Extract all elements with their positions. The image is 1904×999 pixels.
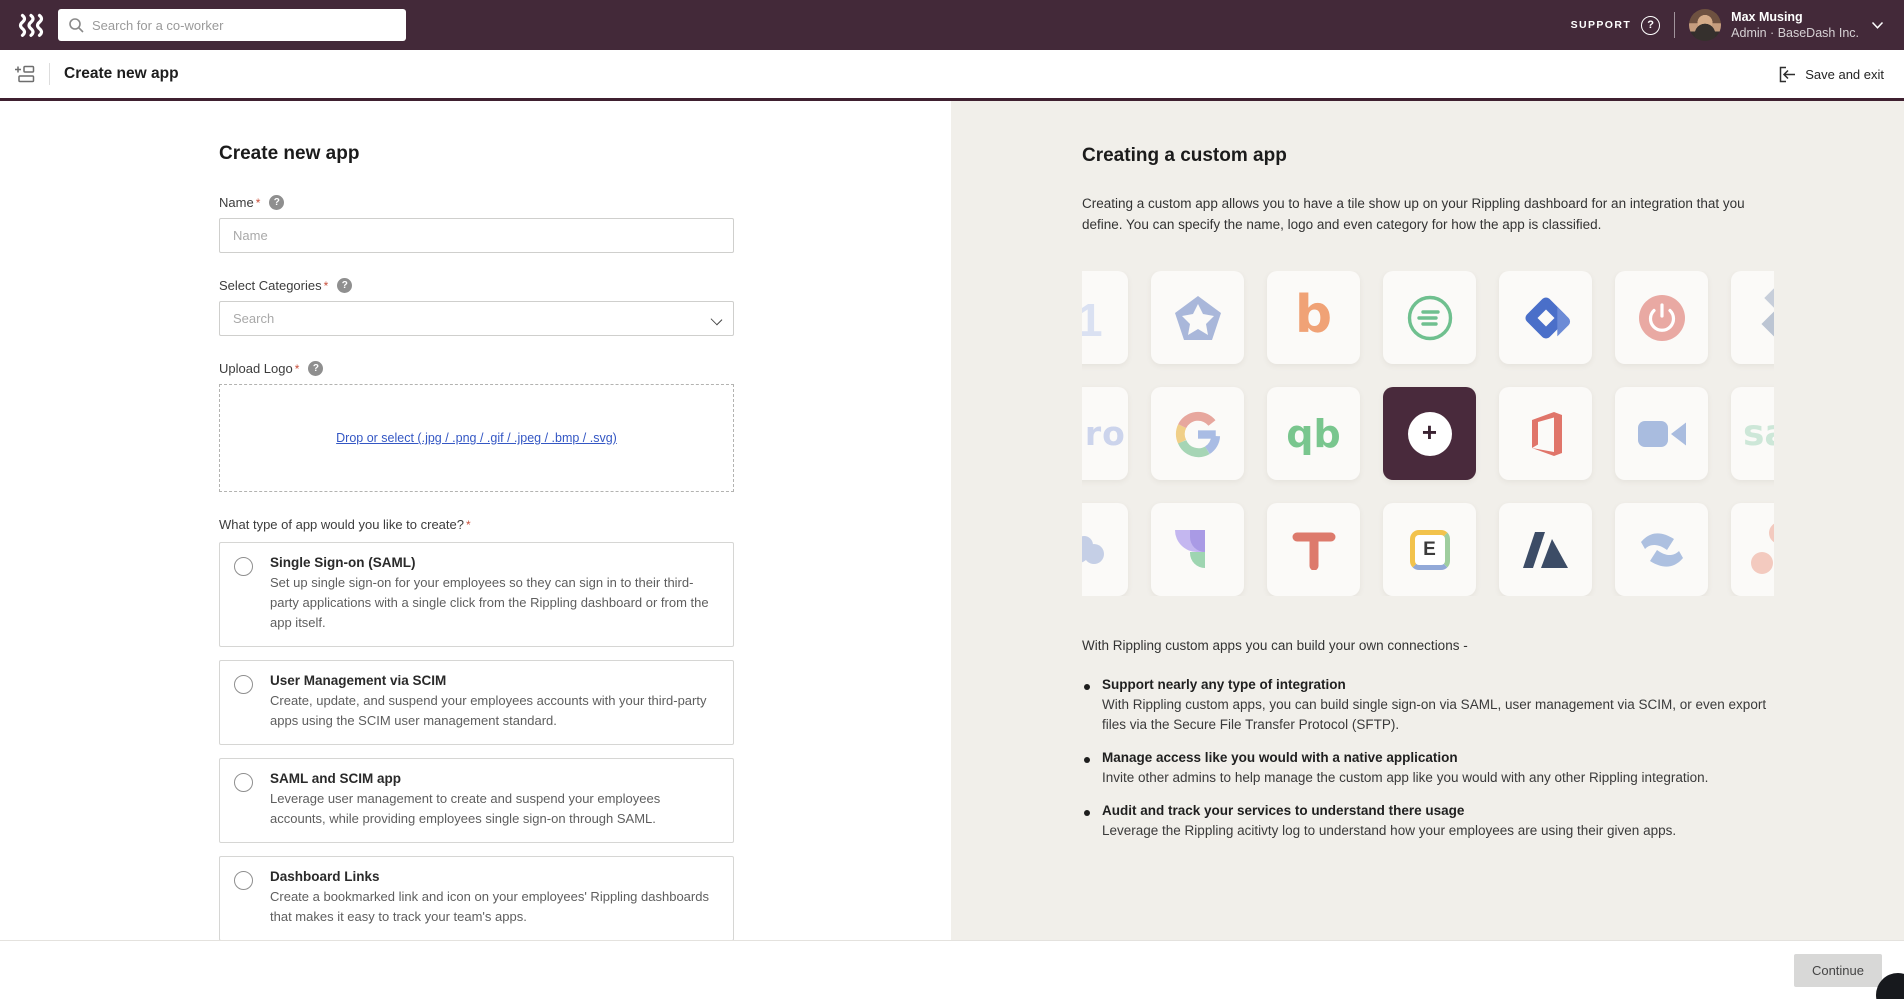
benefit-description: Leverage the Rippling acitivty log to un… <box>1102 821 1676 841</box>
app-tile-miro-text: miro <box>1082 387 1128 480</box>
form-pane: Create new app Name ? Select Categories … <box>0 101 951 940</box>
app-tile-stacked-diamonds <box>1731 271 1774 364</box>
option-title: Dashboard Links <box>270 869 719 884</box>
app-tile-digit-one: 1 <box>1082 271 1128 364</box>
app-tile-letter-a-slant <box>1499 503 1592 596</box>
benefit-description: With Rippling custom apps, you can build… <box>1102 695 1782 735</box>
option-description: Set up single sign-on for your employees… <box>270 573 719 633</box>
support-help-icon[interactable]: ? <box>1641 16 1660 35</box>
benefit-item: Support nearly any type of integration W… <box>1082 677 1782 735</box>
header-divider <box>49 63 50 85</box>
benefit-title: Manage access like you would with a nati… <box>1102 750 1708 765</box>
info-heading: Creating a custom app <box>1082 145 1904 167</box>
svg-text:1: 1 <box>1082 294 1102 343</box>
radio-button[interactable] <box>234 557 253 576</box>
option-single-sign-on[interactable]: Single Sign-on (SAML) Set up single sign… <box>219 542 734 647</box>
save-and-exit-label: Save and exit <box>1805 67 1884 82</box>
option-title: SAML and SCIM app <box>270 771 719 786</box>
form-heading: Create new app <box>219 143 734 165</box>
page-title: Create new app <box>64 65 179 83</box>
coworker-search[interactable] <box>58 9 406 41</box>
categories-label: Select Categories <box>219 278 328 293</box>
continue-button[interactable]: Continue <box>1794 954 1882 987</box>
benefit-item: Audit and track your services to underst… <box>1082 803 1782 841</box>
account-menu[interactable]: Max Musing Admin · BaseDash Inc. <box>1731 9 1859 42</box>
app-tile-quickbooks-qb: qb <box>1267 387 1360 480</box>
avatar[interactable] <box>1689 9 1721 41</box>
app-tile-quad-leaf <box>1151 503 1244 596</box>
option-title: User Management via SCIM <box>270 673 719 688</box>
file-select-link[interactable]: Drop or select (.jpg / .png / .gif / .jp… <box>336 431 617 445</box>
app-tile-cloud <box>1082 503 1128 596</box>
logo-dropzone[interactable]: Drop or select (.jpg / .png / .gif / .jp… <box>219 384 734 492</box>
radio-button[interactable] <box>234 773 253 792</box>
save-and-exit-button[interactable]: Save and exit <box>1778 66 1884 83</box>
chevron-down-icon[interactable] <box>1871 21 1884 30</box>
bullet-dot <box>1084 810 1090 816</box>
benefit-item: Manage access like you would with a nati… <box>1082 750 1782 788</box>
bullet-dot <box>1084 684 1090 690</box>
app-grid: 1 b miro qb+ sa E <box>1082 271 1774 596</box>
support-link[interactable]: SUPPORT <box>1571 19 1632 31</box>
app-tile-sa-text: sa <box>1731 387 1774 480</box>
help-icon[interactable]: ? <box>269 195 284 210</box>
app-tile-video-camera <box>1615 387 1708 480</box>
name-label: Name <box>219 195 260 210</box>
radio-button[interactable] <box>234 871 253 890</box>
app-tile-office <box>1499 387 1592 480</box>
app-tile-google-g <box>1151 387 1244 480</box>
benefit-description: Invite other admins to help manage the c… <box>1102 768 1708 788</box>
benefit-title: Audit and track your services to underst… <box>1102 803 1676 818</box>
app-tile-letter-b: b <box>1267 271 1360 364</box>
upload-logo-label: Upload Logo <box>219 361 299 376</box>
app-tile-jira-diamond <box>1499 271 1592 364</box>
option-description: Leverage user management to create and s… <box>270 789 719 829</box>
app-tile-pentagon-star <box>1151 271 1244 364</box>
connections-line: With Rippling custom apps you can build … <box>1082 638 1904 653</box>
topbar-divider <box>1674 12 1675 38</box>
app-type-question: What type of app would you like to creat… <box>219 517 734 532</box>
help-icon[interactable]: ? <box>337 278 352 293</box>
add-to-list-icon[interactable] <box>14 65 35 83</box>
app-tile-ring-lines <box>1383 271 1476 364</box>
categories-select[interactable] <box>219 301 734 336</box>
bullet-dot <box>1084 757 1090 763</box>
page-header-bar: Create new app Save and exit <box>0 50 1904 101</box>
app-tile-letter-t <box>1267 503 1360 596</box>
radio-button[interactable] <box>234 675 253 694</box>
app-tile-power-button <box>1615 271 1708 364</box>
search-icon <box>68 17 84 33</box>
benefit-title: Support nearly any type of integration <box>1102 677 1782 692</box>
app-tile-grid-clip: 1 b miro qb+ sa E <box>1082 271 1774 596</box>
exit-icon <box>1778 66 1796 83</box>
info-pane: Creating a custom app Creating a custom … <box>951 101 1904 940</box>
categories-search-input[interactable] <box>219 301 734 336</box>
option-saml-and-scim[interactable]: SAML and SCIM app Leverage user manageme… <box>219 758 734 843</box>
help-icon[interactable]: ? <box>308 361 323 376</box>
option-scim[interactable]: User Management via SCIM Create, update,… <box>219 660 734 745</box>
name-input[interactable] <box>219 218 734 253</box>
user-role: Admin · BaseDash Inc. <box>1731 25 1859 41</box>
option-description: Create a bookmarked link and icon on you… <box>270 887 719 927</box>
app-tile-custom-app-plus: + <box>1383 387 1476 480</box>
app-tile-pink-dots <box>1731 503 1774 596</box>
top-navigation-bar: SUPPORT ? Max Musing Admin · BaseDash In… <box>0 0 1904 50</box>
search-input[interactable] <box>92 18 396 33</box>
option-dashboard-links[interactable]: Dashboard Links Create a bookmarked link… <box>219 856 734 941</box>
info-intro: Creating a custom app allows you to have… <box>1082 193 1754 235</box>
user-name: Max Musing <box>1731 9 1859 25</box>
footer-bar: Continue <box>0 940 1904 999</box>
create-new-app-page: SUPPORT ? Max Musing Admin · BaseDash In… <box>0 0 1904 999</box>
app-tile-ribbon-cross <box>1615 503 1708 596</box>
option-title: Single Sign-on (SAML) <box>270 555 719 570</box>
rippling-logo-icon <box>18 13 44 37</box>
option-description: Create, update, and suspend your employe… <box>270 691 719 731</box>
app-tile-letter-e-frame: E <box>1383 503 1476 596</box>
